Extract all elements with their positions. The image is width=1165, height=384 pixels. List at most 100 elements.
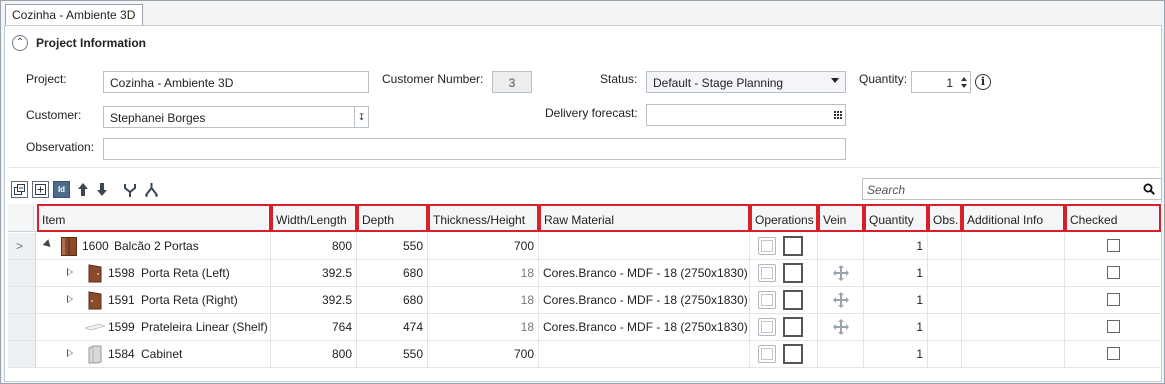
customer-label: Customer: — [26, 108, 82, 122]
observation-field[interactable] — [103, 138, 846, 160]
row-selector[interactable] — [8, 287, 36, 313]
operation-box-icon[interactable] — [783, 263, 803, 283]
col-header-obs[interactable]: Obs. — [928, 204, 962, 232]
tab-project[interactable]: Cozinha - Ambiente 3D — [5, 4, 144, 26]
table-row[interactable]: 1584 Cabinet 800 550 700 1 — [8, 341, 1162, 368]
vein-direction-icon[interactable] — [833, 292, 849, 308]
customer-number-label: Customer Number: — [382, 72, 484, 86]
split-icon[interactable] — [143, 181, 160, 198]
operation-edges-icon[interactable] — [758, 264, 776, 282]
vein-direction-icon[interactable] — [833, 265, 849, 281]
table-row[interactable]: 1599 Prateleira Linear (Shelf) 764 474 1… — [8, 314, 1162, 341]
collapsed-triangle-icon[interactable] — [67, 295, 73, 303]
obs-cell — [928, 314, 962, 340]
divider — [9, 167, 1159, 168]
chevron-down-icon — [831, 78, 839, 83]
header-selector — [10, 206, 34, 230]
operation-edges-icon[interactable] — [758, 318, 776, 336]
merge-icon[interactable] — [121, 181, 138, 198]
vein-cell — [818, 287, 864, 313]
status-select[interactable]: Default - Stage Planning — [646, 71, 846, 93]
item-cell: 1591 Porta Reta (Right) — [37, 287, 271, 313]
id-toggle-icon[interactable]: Id — [53, 181, 70, 198]
depth-cell: 680 — [357, 260, 428, 286]
delivery-forecast-field[interactable] — [646, 104, 846, 126]
customer-field[interactable]: Stephanei Borges ↧ — [103, 106, 369, 128]
col-header-vein[interactable]: Vein — [818, 204, 864, 232]
col-header-item[interactable]: Item — [37, 204, 271, 232]
width-cell: 392.5 — [271, 287, 357, 313]
search-input[interactable]: Search — [862, 178, 1162, 200]
operation-edges-icon[interactable] — [758, 291, 776, 309]
collapsed-triangle-icon[interactable] — [67, 349, 73, 357]
expand-all-icon[interactable] — [32, 181, 49, 198]
collapsed-triangle-icon[interactable] — [67, 268, 73, 276]
vein-cell — [818, 260, 864, 286]
thickness-cell: 18 — [428, 287, 539, 313]
item-id: 1598 — [108, 266, 135, 280]
app-window: Cozinha - Ambiente 3D ⌃ Project Informat… — [0, 0, 1165, 384]
checked-checkbox[interactable] — [1107, 347, 1120, 360]
door-thumbnail-icon — [88, 264, 102, 283]
operation-box-icon[interactable] — [783, 317, 803, 337]
quantity-cell: 1 — [864, 233, 928, 259]
operation-edges-icon[interactable] — [758, 237, 776, 255]
cabinet-thumbnail-icon — [61, 237, 77, 256]
quantity-cell: 1 — [864, 260, 928, 286]
checked-checkbox[interactable] — [1107, 320, 1120, 333]
item-name: Prateleira Linear (Shelf) — [141, 320, 268, 334]
additional-info-cell — [962, 341, 1065, 367]
checked-checkbox[interactable] — [1107, 293, 1120, 306]
col-header-operations[interactable]: Operations — [750, 204, 818, 232]
info-icon[interactable]: i — [975, 74, 991, 90]
operation-edges-icon[interactable] — [758, 345, 776, 363]
operation-box-icon[interactable] — [783, 344, 803, 364]
row-selector[interactable] — [8, 260, 36, 286]
additional-info-cell — [962, 233, 1065, 259]
quantity-stepper[interactable]: 1 — [911, 71, 971, 93]
col-header-thickness[interactable]: Thickness/Height — [428, 204, 539, 232]
cabinet-thumbnail-icon — [88, 345, 102, 364]
project-field[interactable]: Cozinha - Ambiente 3D — [103, 71, 369, 93]
move-down-icon[interactable] — [93, 181, 110, 198]
additional-info-cell — [962, 260, 1065, 286]
checked-checkbox[interactable] — [1107, 239, 1120, 252]
move-up-icon[interactable] — [74, 181, 91, 198]
checked-checkbox[interactable] — [1107, 266, 1120, 279]
raw-material-cell: Cores.Branco - MDF - 18 (2750x1830) — [539, 287, 750, 313]
col-header-quantity[interactable]: Quantity — [864, 204, 928, 232]
col-header-depth[interactable]: Depth — [357, 204, 428, 232]
table-row[interactable]: 1591 Porta Reta (Right) 392.5 680 18 Cor… — [8, 287, 1162, 314]
item-id: 1600 — [82, 239, 109, 253]
status-label: Status: — [600, 72, 638, 86]
table-row[interactable]: > 1600 Balcão 2 Portas 800 550 700 1 — [8, 233, 1162, 260]
depth-cell: 474 — [357, 314, 428, 340]
collapse-icon[interactable]: ⌃ — [12, 35, 28, 51]
delivery-forecast-label: Delivery forecast: — [545, 106, 638, 120]
table-row[interactable]: 1598 Porta Reta (Left) 392.5 680 18 Core… — [8, 260, 1162, 287]
vein-cell — [818, 233, 864, 259]
expanded-triangle-icon[interactable] — [42, 239, 54, 250]
operations-cell — [750, 233, 818, 259]
col-header-additional-info[interactable]: Additional Info — [962, 204, 1065, 232]
raw-material-cell — [539, 341, 750, 367]
operation-box-icon[interactable] — [783, 290, 803, 310]
search-icon[interactable] — [1143, 183, 1155, 195]
double-chevron-down-icon[interactable]: ↧ — [354, 107, 368, 127]
panel-title: Project Information — [36, 36, 147, 50]
vein-direction-icon[interactable] — [833, 319, 849, 335]
row-selector[interactable] — [8, 314, 36, 340]
col-header-checked[interactable]: Checked — [1065, 204, 1161, 232]
raw-material-cell: Cores.Branco - MDF - 18 (2750x1830) — [539, 314, 750, 340]
row-selector[interactable]: > — [8, 233, 36, 259]
spin-up-icon[interactable] — [961, 77, 967, 81]
collapse-all-icon[interactable] — [11, 181, 28, 198]
row-selector[interactable] — [8, 341, 36, 367]
spin-down-icon[interactable] — [961, 84, 967, 88]
calendar-icon[interactable] — [833, 110, 842, 119]
col-header-width[interactable]: Width/Length — [271, 204, 357, 232]
quantity-cell: 1 — [864, 287, 928, 313]
operation-box-icon[interactable] — [783, 236, 803, 256]
items-grid: Item Width/Length Depth Thickness/Height… — [8, 204, 1162, 380]
col-header-raw-material[interactable]: Raw Material — [539, 204, 750, 232]
